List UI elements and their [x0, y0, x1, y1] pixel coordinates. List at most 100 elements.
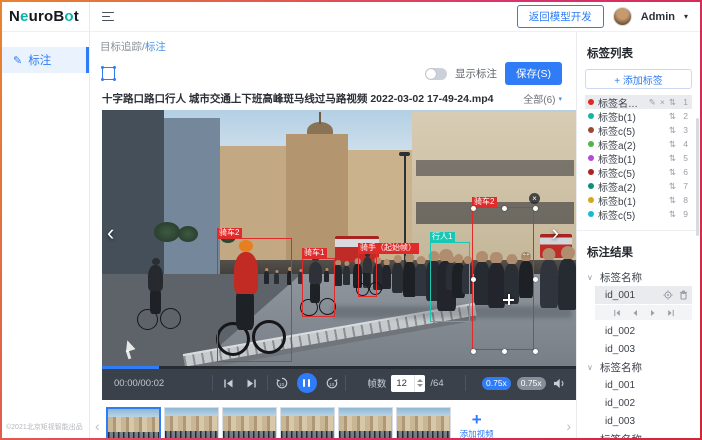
result-id-row[interactable]: id_003 — [595, 412, 692, 430]
result-id-row[interactable]: id_002 — [595, 322, 692, 340]
sort-icon[interactable]: ⇅ — [669, 153, 676, 164]
bounding-box[interactable]: 行人1 — [430, 242, 470, 322]
first-frame-icon[interactable] — [613, 309, 621, 317]
results-list: ∨标签名称id_001id_002id_003∨标签名称id_001id_002… — [585, 268, 692, 438]
prev-video-chevron-icon[interactable]: ‹ — [107, 222, 114, 244]
sort-icon[interactable]: ⇅ — [669, 167, 676, 178]
next-frame-icon[interactable] — [246, 378, 257, 389]
caret-expanded-icon[interactable]: ∨ — [587, 273, 595, 282]
video-thumbnail[interactable] — [338, 407, 393, 438]
label-row[interactable]: 标签c(5) ⇅ 9 — [585, 207, 692, 221]
user-avatar[interactable] — [613, 7, 632, 26]
user-menu-caret-icon[interactable]: ▾ — [684, 12, 688, 21]
next-video-chevron-icon[interactable]: › — [552, 222, 559, 244]
delete-label-icon[interactable]: × — [660, 97, 665, 107]
bbox-delete-button[interactable]: × — [529, 193, 540, 204]
video-thumbnail[interactable] — [396, 407, 451, 438]
sort-icon[interactable]: ⇅ — [669, 195, 676, 206]
sort-icon[interactable]: ⇅ — [669, 97, 676, 108]
bbox-handle[interactable] — [502, 206, 507, 211]
label-row[interactable]: 标签b(1) ⇅ 5 — [585, 151, 692, 165]
video-thumbnail[interactable] — [106, 407, 161, 438]
video-thumbnail[interactable] — [222, 407, 277, 438]
rect-select-tool-icon[interactable] — [102, 67, 115, 80]
label-order: 5 — [680, 153, 688, 163]
breadcrumb-parent[interactable]: 目标追踪 — [100, 41, 142, 53]
result-id-row[interactable]: id_001 — [595, 286, 692, 304]
add-label-button[interactable]: + 添加标签 — [585, 69, 692, 89]
logo-text: uroB — [29, 8, 65, 25]
result-id: id_003 — [605, 416, 635, 427]
volume-icon[interactable] — [553, 378, 566, 389]
result-id-row[interactable]: id_001 — [595, 376, 692, 394]
locate-icon[interactable] — [663, 290, 673, 300]
sidebar-item-annotation[interactable]: ✎ 标注 — [2, 47, 89, 73]
bbox-handle[interactable] — [533, 206, 538, 211]
bounding-box[interactable]: 骑车2 — [217, 238, 292, 362]
result-id: id_002 — [605, 326, 635, 337]
sort-icon[interactable]: ⇅ — [669, 139, 676, 150]
sort-icon[interactable]: ⇅ — [669, 125, 676, 136]
result-group-header[interactable]: ›标签名称 — [585, 430, 692, 438]
label-row[interactable]: 标签a(2) ⇅ 4 — [585, 137, 692, 151]
crosshair-cursor-icon — [503, 294, 514, 305]
frame-number-input[interactable]: 12 — [391, 375, 425, 392]
bbox-handle[interactable] — [533, 349, 538, 354]
edit-label-icon[interactable]: ✎ — [649, 97, 656, 108]
filmstrip-prev-icon[interactable]: ‹ — [92, 418, 103, 434]
rewind-10-icon[interactable]: 10 — [275, 376, 289, 390]
video-thumbnail[interactable] — [164, 407, 219, 438]
bounding-box[interactable]: 骑手（起始帧） — [358, 253, 377, 297]
trash-icon[interactable] — [679, 290, 688, 300]
video-thumbnail[interactable] — [280, 407, 335, 438]
add-video-label: 添加视频 — [460, 428, 494, 438]
caret-expanded-icon[interactable]: ∨ — [587, 363, 595, 372]
bbox-handle[interactable] — [471, 349, 476, 354]
collapse-sidebar-icon[interactable] — [102, 12, 114, 22]
bbox-handle[interactable] — [502, 349, 507, 354]
pause-button[interactable] — [297, 373, 317, 393]
caret-collapsed-icon[interactable]: › — [587, 435, 595, 439]
filter-dropdown[interactable]: 全部(6) ▾ — [523, 91, 562, 106]
frame-stepper[interactable] — [414, 375, 425, 392]
sort-icon[interactable]: ⇅ — [669, 111, 676, 122]
result-id-row[interactable]: id_003 — [595, 340, 692, 358]
label-name: 标签c(5) — [598, 165, 665, 180]
video-canvas[interactable]: 骑车2骑车1骑手（起始帧）行人1骑车2× ‹ › ↔ — [102, 110, 576, 366]
prev-frame-icon[interactable] — [631, 309, 639, 317]
label-row[interactable]: 标签a(2) ⇅ 7 — [585, 179, 692, 193]
label-row[interactable]: 标签c(5) ⇅ 6 — [585, 165, 692, 179]
labels-scrollbar[interactable] — [696, 118, 699, 236]
result-id-row[interactable]: id_002 — [595, 394, 692, 412]
bounding-box[interactable]: 骑车1 — [302, 258, 335, 317]
forward-10-icon[interactable]: 10 — [325, 376, 339, 390]
last-frame-icon[interactable] — [667, 309, 675, 317]
filmstrip-next-icon[interactable]: › — [563, 418, 574, 434]
frame-pagination[interactable] — [595, 305, 692, 320]
save-button[interactable]: 保存(S) — [505, 62, 562, 85]
next-frame-icon[interactable] — [649, 309, 657, 317]
sort-icon[interactable]: ⇅ — [669, 209, 676, 220]
add-video-button[interactable]: + 添加视频 — [454, 406, 500, 438]
label-row[interactable]: 标签名字最长数...✎× ⇅ 1 — [585, 95, 692, 109]
back-to-model-dev-button[interactable]: 返回模型开发 — [517, 5, 604, 28]
label-order: 9 — [680, 209, 688, 219]
sort-icon[interactable]: ⇅ — [669, 181, 676, 192]
label-name: 标签b(1) — [598, 151, 665, 166]
label-row[interactable]: 标签b(1) ⇅ 2 — [585, 109, 692, 123]
result-group-header[interactable]: ∨标签名称 — [585, 268, 692, 286]
bbox-handle[interactable] — [471, 206, 476, 211]
bbox-handle[interactable] — [533, 277, 538, 282]
speed-pill[interactable]: 0.75x — [482, 377, 511, 390]
label-row[interactable]: 标签b(1) ⇅ 8 — [585, 193, 692, 207]
prev-frame-icon[interactable] — [223, 378, 234, 389]
result-group-header[interactable]: ∨标签名称 — [585, 358, 692, 376]
label-order: 2 — [680, 111, 688, 121]
logo-text: t — [74, 8, 79, 25]
show-annotation-toggle[interactable] — [425, 68, 447, 80]
label-row[interactable]: 标签c(5) ⇅ 3 — [585, 123, 692, 137]
seek-bar[interactable] — [102, 366, 576, 369]
speed-pill[interactable]: 0.75x — [517, 377, 546, 390]
bounding-box[interactable]: 骑车2× — [472, 207, 534, 350]
bbox-handle[interactable] — [471, 277, 476, 282]
